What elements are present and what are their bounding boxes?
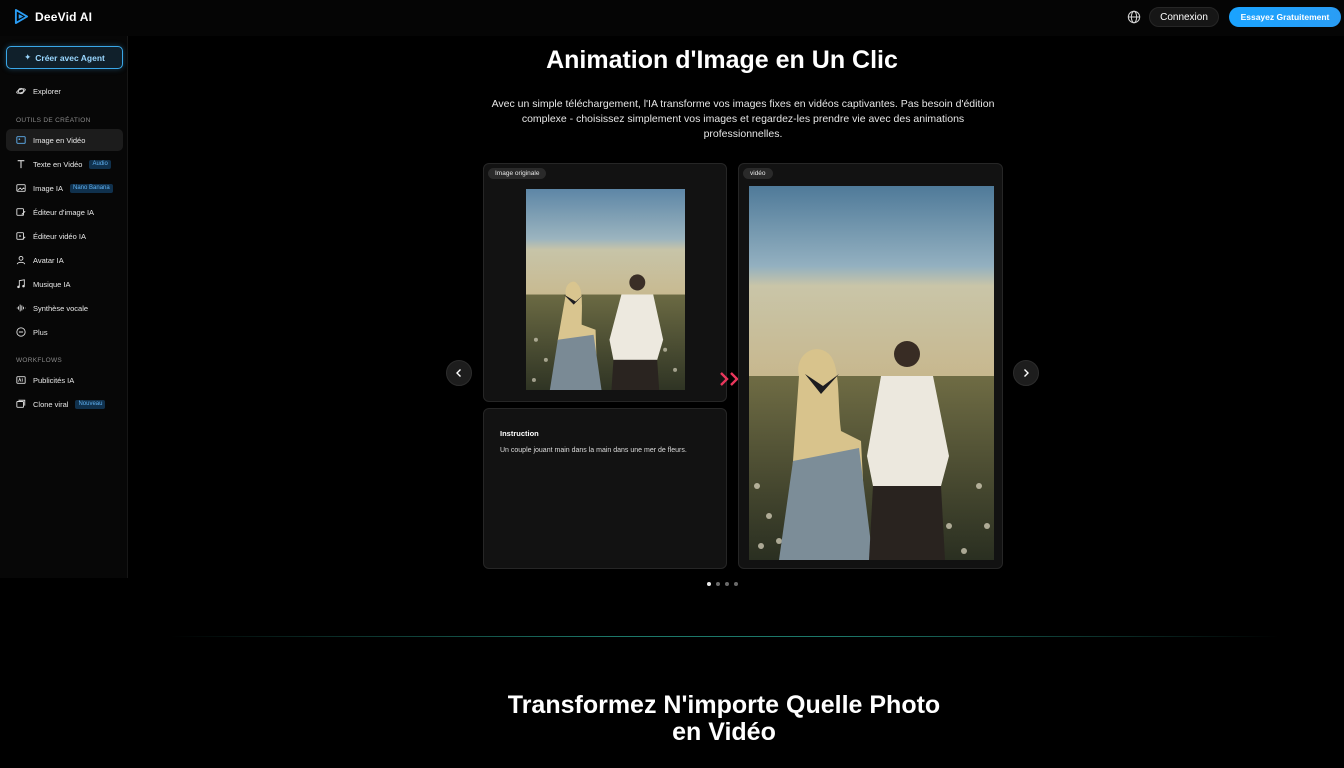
carousel-dot[interactable] bbox=[725, 582, 729, 586]
carousel-prev-button[interactable] bbox=[446, 360, 472, 386]
top-bar: DeeVid AI Connexion Essayez Gratuitement bbox=[0, 0, 1344, 36]
create-with-agent-button[interactable]: ✦ Créer avec Agent bbox=[6, 46, 123, 69]
sidebar-bottom-area bbox=[0, 578, 128, 768]
sparkle-icon: ✦ bbox=[24, 52, 32, 62]
section-title: Transformez N'importe Quelle Photo en Vi… bbox=[128, 692, 1320, 746]
sidebar-item-music[interactable]: Musique IA bbox=[6, 273, 123, 295]
section-label-tools: OUTILS DE CRÉATION bbox=[16, 117, 91, 124]
chevron-right-icon bbox=[1024, 369, 1029, 377]
original-image-label: Image originale bbox=[488, 168, 547, 179]
sidebar-item-explore[interactable]: Explorer bbox=[6, 80, 123, 102]
sidebar-item-label: Image IA bbox=[33, 183, 64, 193]
sidebar-item-label: Texte en Vidéo bbox=[33, 159, 83, 169]
video-preview[interactable] bbox=[749, 186, 994, 560]
user-icon bbox=[16, 255, 26, 265]
section-title-line1: Transformez N'importe Quelle Photo bbox=[507, 691, 941, 719]
sidebar-item-tts[interactable]: Synthèse vocale bbox=[6, 297, 123, 319]
sidebar-item-label: Éditeur vidéo IA bbox=[33, 231, 86, 241]
badge-audio: Audio bbox=[89, 159, 111, 169]
image-ai-icon bbox=[16, 184, 26, 192]
sidebar-item-avatar[interactable]: Avatar IA bbox=[6, 249, 123, 271]
create-with-agent-label: Créer avec Agent bbox=[35, 52, 105, 63]
video-edit-icon bbox=[16, 232, 26, 240]
carousel-next-button[interactable] bbox=[1013, 360, 1039, 386]
original-image-card: Image originale bbox=[483, 163, 727, 402]
music-icon bbox=[17, 279, 25, 289]
sidebar-item-text-to-video[interactable]: Texte en Vidéo Audio bbox=[6, 153, 123, 175]
sidebar-item-more[interactable]: Plus bbox=[6, 321, 123, 343]
instruction-title: Instruction bbox=[500, 429, 539, 438]
carousel-dot[interactable] bbox=[707, 582, 711, 586]
brand-name: DeeVid AI bbox=[35, 9, 93, 24]
original-photo bbox=[526, 189, 685, 390]
sidebar-item-label: Avatar IA bbox=[33, 255, 64, 265]
globe-icon[interactable] bbox=[1127, 10, 1141, 24]
login-button[interactable]: Connexion bbox=[1149, 7, 1219, 27]
ads-icon bbox=[16, 376, 26, 384]
chevron-left-icon bbox=[456, 369, 461, 377]
play-logo-icon bbox=[14, 9, 29, 24]
sidebar-item-label: Image en Vidéo bbox=[33, 135, 86, 145]
waveform-icon bbox=[16, 304, 26, 312]
more-icon bbox=[16, 327, 26, 337]
sidebar-item-image-ai[interactable]: Image IA Nano Banana bbox=[6, 177, 123, 199]
carousel-dot[interactable] bbox=[734, 582, 738, 586]
sidebar: ✦ Créer avec Agent Explorer OUTILS DE CR… bbox=[0, 36, 128, 578]
carousel-dot[interactable] bbox=[716, 582, 720, 586]
sidebar-item-image-editor[interactable]: Éditeur d'image IA bbox=[6, 201, 123, 223]
try-free-button[interactable]: Essayez Gratuitement bbox=[1229, 7, 1341, 27]
sidebar-item-video-editor[interactable]: Éditeur vidéo IA bbox=[6, 225, 123, 247]
sidebar-item-label: Publicités IA bbox=[33, 375, 75, 385]
sidebar-item-viral-clone[interactable]: Clone viral Nouveau bbox=[6, 393, 123, 415]
planet-icon bbox=[16, 87, 26, 95]
text-icon bbox=[17, 160, 25, 169]
clone-icon bbox=[16, 399, 26, 408]
badge-new: Nouveau bbox=[75, 399, 106, 409]
sidebar-item-label: Plus bbox=[33, 327, 48, 337]
image-icon bbox=[16, 136, 26, 144]
carousel-dots bbox=[707, 582, 738, 586]
instruction-card: Instruction Un couple jouant main dans l… bbox=[483, 408, 727, 569]
page-title: Animation d'Image en Un Clic bbox=[546, 46, 898, 74]
section-label-workflows: WORKFLOWS bbox=[16, 357, 63, 364]
sidebar-item-label: Explorer bbox=[33, 86, 61, 96]
video-label: vidéo bbox=[743, 168, 773, 179]
section-divider bbox=[170, 636, 1280, 637]
sidebar-item-label: Musique IA bbox=[33, 279, 71, 289]
sidebar-item-label: Éditeur d'image IA bbox=[33, 207, 95, 217]
sidebar-item-label: Synthèse vocale bbox=[33, 303, 89, 313]
section-title-line2: en Vidéo bbox=[672, 718, 776, 746]
image-edit-icon bbox=[16, 208, 26, 216]
video-card: vidéo bbox=[738, 163, 1003, 569]
instruction-text: Un couple jouant main dans la main dans … bbox=[500, 447, 687, 454]
logo[interactable]: DeeVid AI bbox=[14, 9, 92, 24]
badge-nano-banana: Nano Banana bbox=[70, 183, 113, 193]
page-description: Avec un simple téléchargement, l'IA tran… bbox=[491, 98, 995, 140]
sidebar-item-label: Clone viral bbox=[33, 399, 69, 409]
sidebar-item-ads[interactable]: Publicités IA bbox=[6, 369, 123, 391]
sidebar-item-image-to-video[interactable]: Image en Vidéo bbox=[6, 129, 123, 151]
